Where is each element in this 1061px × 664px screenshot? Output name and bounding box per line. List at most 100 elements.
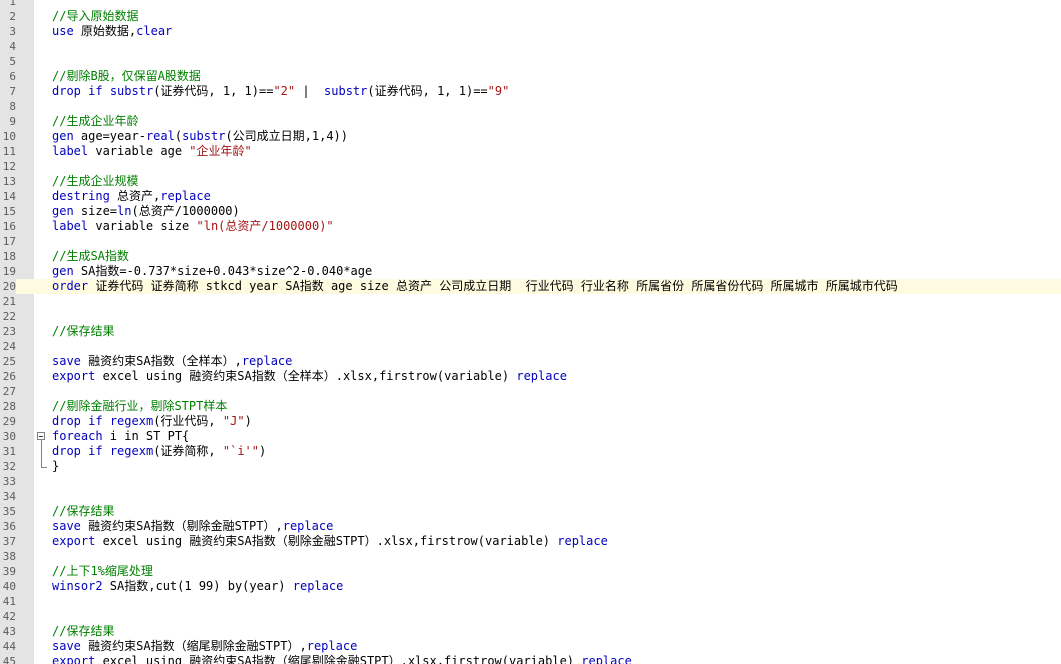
code-line[interactable]: 2 //导入原始数据 — [0, 9, 1061, 24]
code-line[interactable]: 22 — [0, 309, 1061, 324]
line-number: 17 — [2, 235, 16, 248]
code-line[interactable]: 18 //生成SA指数 — [0, 249, 1061, 264]
line-number: 41 — [2, 595, 16, 608]
string-token: "9" — [487, 84, 510, 98]
code-line[interactable]: 17 — [0, 234, 1061, 249]
code-line[interactable]: 26 export excel using 融资约束SA指数（全样本）.xlsx,… — [0, 369, 1061, 384]
function-token: regexm — [109, 444, 154, 458]
code-line[interactable]: 3 use 原始数据,clear — [0, 24, 1061, 39]
code-line[interactable]: 33 — [0, 474, 1061, 489]
code-line[interactable]: 38 — [0, 549, 1061, 564]
keyword-token: clear — [136, 24, 173, 38]
code-text: gen age=year-real(substr(公司成立日期,1,4)) — [52, 129, 348, 144]
line-number: 35 — [2, 505, 16, 518]
code-line[interactable]: 6 //剔除B股，仅保留A股数据 — [0, 69, 1061, 84]
code-text: drop if regexm(行业代码, "J") — [52, 414, 252, 429]
code-line[interactable]: 21 — [0, 294, 1061, 309]
line-number: 29 — [2, 415, 16, 428]
code-line[interactable]: 42 — [0, 609, 1061, 624]
code-line[interactable]: 9 //生成企业年龄 — [0, 114, 1061, 129]
code-text: } — [52, 459, 59, 474]
code-line[interactable]: 4 — [0, 39, 1061, 54]
code-line[interactable]: 13 //生成企业规模 — [0, 174, 1061, 189]
keyword-token: replace — [282, 519, 334, 533]
text-token: 融资约束SA指数（剔除金融STPT）, — [80, 519, 283, 533]
fold-collapse-icon[interactable] — [37, 432, 45, 440]
code-line[interactable]: 12 — [0, 159, 1061, 174]
code-line[interactable]: 28 //剔除金融行业，剔除STPT样本 — [0, 399, 1061, 414]
do-file-editor[interactable]: 1 2//导入原始数据 3 use 原始数据,clear 4 5 6//剔除B股，仅保留A股… — [0, 0, 1061, 664]
text-token: size= — [73, 204, 118, 218]
code-line[interactable]: 45 export excel using 融资约束SA指数（缩尾剔除金融STPT… — [0, 654, 1061, 664]
code-line[interactable]: 7 drop if substr(证券代码, 1, 1)=="2" | subst… — [0, 84, 1061, 99]
code-line[interactable]: 15 gen size=ln(总资产/1000000) — [0, 204, 1061, 219]
comment-token: //上下1%缩尾处理 — [52, 564, 153, 578]
keyword-token: if — [88, 84, 103, 98]
line-number: 16 — [2, 220, 16, 233]
code-line[interactable]: 37 export excel using 融资约束SA指数（剔除金融STPT）.… — [0, 534, 1061, 549]
code-line[interactable]: 24 — [0, 339, 1061, 354]
keyword-token: if — [88, 414, 103, 428]
code-area[interactable]: 1 2//导入原始数据 3 use 原始数据,clear 4 5 6//剔除B股，仅保留A股… — [0, 0, 1061, 664]
code-line[interactable]: 32} — [0, 459, 1061, 474]
line-number: 27 — [2, 385, 16, 398]
text-token: | — [295, 84, 325, 98]
code-line[interactable]: 1 — [0, 0, 1061, 9]
keyword-token: export — [52, 534, 96, 548]
function-token: substr — [324, 84, 368, 98]
line-number: 25 — [2, 355, 16, 368]
code-text: drop if substr(证券代码, 1, 1)=="2" | substr… — [52, 84, 509, 99]
code-line[interactable]: 23 //保存结果 — [0, 324, 1061, 339]
keyword-token: replace — [160, 189, 211, 203]
code-line-current[interactable]: 20 order 证券代码 证券简称 stkcd year SA指数 age si… — [0, 279, 1061, 294]
code-line[interactable]: 8 — [0, 99, 1061, 114]
code-line[interactable]: 36 save 融资约束SA指数（剔除金融STPT）,replace — [0, 519, 1061, 534]
text-token: SA指数,cut(1 99) by(year) — [102, 579, 293, 593]
code-line[interactable]: 43 //保存结果 — [0, 624, 1061, 639]
code-line[interactable]: 41 — [0, 594, 1061, 609]
line-number: 13 — [2, 175, 16, 188]
code-line[interactable]: 11 label variable age "企业年龄" — [0, 144, 1061, 159]
text-token: SA指数=-0.737*size+0.043*size^2-0.040*age — [73, 264, 373, 278]
code-line[interactable]: 31 drop if regexm(证券简称, "`i'") — [0, 444, 1061, 459]
code-line[interactable]: 14 destring 总资产,replace — [0, 189, 1061, 204]
line-number: 36 — [2, 520, 16, 533]
code-line[interactable]: 19 gen SA指数=-0.737*size+0.043*size^2-0.04… — [0, 264, 1061, 279]
code-line[interactable]: 16 label variable size "ln(总资产/1000000)" — [0, 219, 1061, 234]
code-text: order 证券代码 证券简称 stkcd year SA指数 age size… — [52, 279, 898, 294]
code-text: //保存结果 — [52, 324, 114, 339]
line-number: 44 — [2, 640, 16, 653]
line-number: 4 — [9, 40, 16, 53]
keyword-token: gen — [52, 204, 74, 218]
code-line[interactable]: 5 — [0, 54, 1061, 69]
text-token: excel using 融资约束SA指数（缩尾剔除金融STPT）.xlsx,fi… — [95, 654, 582, 664]
comment-token: //剔除金融行业，剔除STPT样本 — [52, 399, 228, 413]
code-line[interactable]: 30 foreach i in ST PT{ — [0, 429, 1061, 444]
code-text: destring 总资产,replace — [52, 189, 211, 204]
code-text: label variable size "ln(总资产/1000000)" — [52, 219, 334, 234]
code-line[interactable]: 27 — [0, 384, 1061, 399]
code-line[interactable]: 34 — [0, 489, 1061, 504]
function-token: real — [145, 129, 175, 143]
line-number: 21 — [2, 295, 16, 308]
code-text: export excel using 融资约束SA指数（缩尾剔除金融STPT）.… — [52, 654, 632, 664]
text-token: variable age — [88, 144, 190, 158]
code-line[interactable]: 29 drop if regexm(行业代码, "J") — [0, 414, 1061, 429]
code-line[interactable]: 10 gen age=year-real(substr(公司成立日期,1,4)) — [0, 129, 1061, 144]
line-number: 45 — [2, 655, 16, 664]
text-token: ( — [174, 129, 183, 143]
code-line[interactable]: 44 save 融资约束SA指数（缩尾剔除金融STPT）,replace — [0, 639, 1061, 654]
code-line[interactable]: 35 //保存结果 — [0, 504, 1061, 519]
string-token: "`i'" — [222, 444, 259, 458]
line-number: 9 — [9, 115, 16, 128]
line-number: 33 — [2, 475, 16, 488]
code-text: export excel using 融资约束SA指数（全样本）.xlsx,fi… — [52, 369, 567, 384]
code-line[interactable]: 39 //上下1%缩尾处理 — [0, 564, 1061, 579]
code-line[interactable]: 25 save 融资约束SA指数（全样本）,replace — [0, 354, 1061, 369]
code-line[interactable]: 40 winsor2 SA指数,cut(1 99) by(year) replac… — [0, 579, 1061, 594]
text-token: i in ST PT{ — [102, 429, 190, 443]
line-number: 38 — [2, 550, 16, 563]
text-token: } — [52, 459, 60, 473]
line-number: 1 — [9, 0, 16, 8]
comment-token: //保存结果 — [52, 504, 115, 518]
